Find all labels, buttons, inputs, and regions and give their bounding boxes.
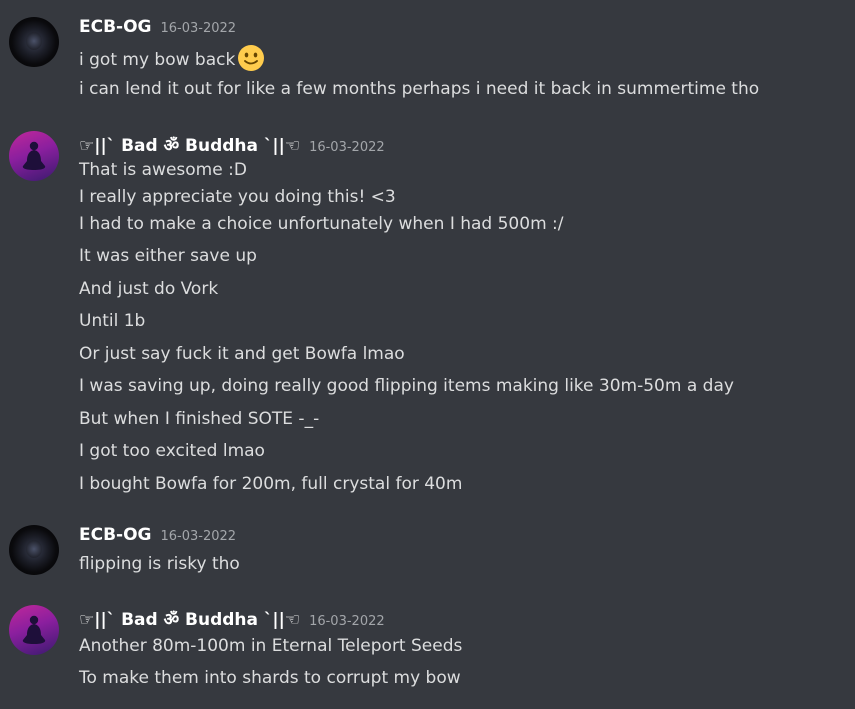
timestamp: 16-03-2022 [160, 21, 237, 36]
username[interactable]: ☞||` Bad ॐ Buddha `||☜ [79, 136, 300, 156]
message-line: I had to make a choice unfortunately whe… [79, 214, 564, 234]
timestamp: 16-03-2022 [309, 614, 385, 629]
username[interactable]: ECB-OG [79, 525, 152, 545]
timestamp: 16-03-2022 [309, 140, 385, 155]
message-line: And just do Vork [79, 279, 219, 299]
message-line: i can lend it out for like a few months … [79, 79, 760, 99]
message-line: Or just say fuck it and get Bowfa lmao [79, 344, 405, 364]
message-line: I really appreciate you doing this! <3 [79, 187, 396, 207]
message-line: To make them into shards to corrupt my b… [79, 668, 461, 688]
message-line: flipping is risky tho [79, 554, 240, 574]
message-header: ECB-OG 16-03-2022 [79, 525, 236, 545]
username[interactable]: ECB-OG [79, 17, 152, 37]
avatar[interactable] [9, 131, 59, 181]
message-header: ☞||` Bad ॐ Buddha `||☜ 16-03-2022 [79, 607, 385, 630]
message-line: That is awesome :D [79, 160, 247, 180]
message-line: Another 80m-100m in Eternal Teleport See… [79, 636, 463, 656]
message-line: i got my bow back [79, 44, 265, 74]
message-line: Until 1b [79, 311, 146, 331]
buddha-silhouette-icon [22, 141, 46, 170]
message-line: It was either save up [79, 246, 257, 266]
avatar[interactable] [9, 605, 59, 655]
message-text: i got my bow back [79, 50, 236, 70]
slightly-smiling-face-icon [237, 44, 265, 72]
message-header: ☞||` Bad ॐ Buddha `||☜ 16-03-2022 [79, 133, 385, 156]
message-line: I got too excited lmao [79, 441, 265, 461]
timestamp: 16-03-2022 [160, 529, 237, 544]
username[interactable]: ☞||` Bad ॐ Buddha `||☜ [79, 610, 300, 630]
avatar[interactable] [9, 17, 59, 67]
avatar[interactable] [9, 525, 59, 575]
message-line: But when I finished SOTE -_- [79, 409, 320, 429]
message-line: I bought Bowfa for 200m, full crystal fo… [79, 474, 463, 494]
buddha-silhouette-icon [22, 615, 46, 644]
message-line: I was saving up, doing really good flipp… [79, 376, 734, 396]
message-header: ECB-OG 16-03-2022 [79, 17, 236, 37]
